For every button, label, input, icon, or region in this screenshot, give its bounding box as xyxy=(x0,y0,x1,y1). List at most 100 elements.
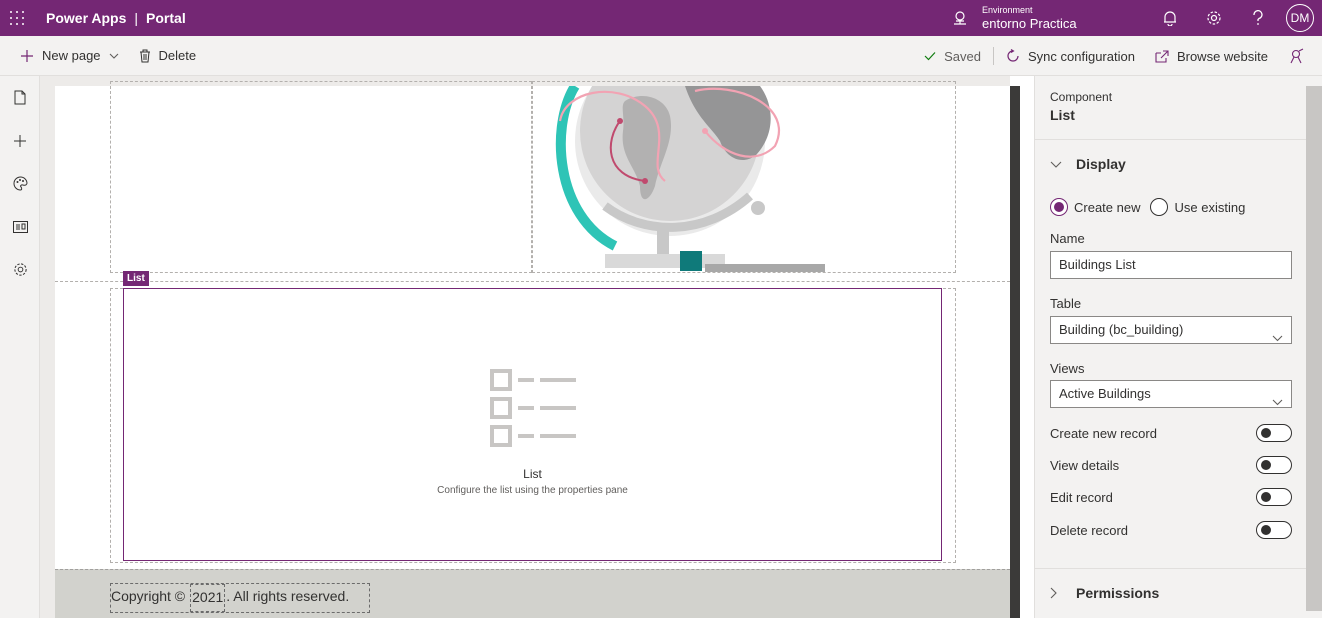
app-launcher-button[interactable] xyxy=(0,0,34,36)
display-section-title: Display xyxy=(1076,156,1126,172)
properties-pane: Component List Display Create new Use ex… xyxy=(1034,76,1322,618)
copyright-suffix: . All rights reserved. xyxy=(226,588,350,604)
globe-image[interactable] xyxy=(545,86,825,272)
sync-icon xyxy=(1006,49,1020,63)
add-component-rail-button[interactable] xyxy=(0,119,40,162)
create-new-record-label: Create new record xyxy=(1050,425,1157,441)
bell-icon xyxy=(1164,11,1176,26)
saved-status: Saved xyxy=(914,36,991,76)
new-page-button[interactable]: New page xyxy=(0,36,129,76)
themes-rail-button[interactable] xyxy=(0,162,40,205)
delete-record-row: Delete record xyxy=(1050,520,1292,540)
gear-icon xyxy=(13,263,27,276)
top-header: Power Apps | Portal Environment entorno … xyxy=(0,0,1322,36)
environment-picker[interactable]: Environment entorno Practica xyxy=(950,0,1077,36)
pane-scrollbar[interactable] xyxy=(1306,86,1322,611)
feedback-button[interactable] xyxy=(1278,36,1322,76)
section-column-left[interactable] xyxy=(110,81,532,273)
table-value: Building (bc_building) xyxy=(1059,322,1184,337)
placeholder-title: List xyxy=(523,467,542,481)
templates-rail-button[interactable] xyxy=(0,205,40,248)
pane-divider xyxy=(1035,568,1307,569)
section-divider xyxy=(55,281,1010,282)
plus-icon xyxy=(14,134,26,147)
component-type-label: Component xyxy=(1050,90,1113,104)
name-label: Name xyxy=(1050,231,1085,246)
views-label: Views xyxy=(1050,361,1085,376)
app-title: Power Apps | Portal xyxy=(46,10,186,26)
palette-icon xyxy=(13,176,28,191)
display-section-toggle[interactable]: Display xyxy=(1050,156,1126,172)
delete-label: Delete xyxy=(158,48,197,63)
saved-label: Saved xyxy=(944,48,981,64)
trash-icon xyxy=(139,49,151,63)
canvas-scrollbar[interactable] xyxy=(1010,86,1020,618)
settings-rail-button[interactable] xyxy=(0,248,40,291)
delete-button[interactable]: Delete xyxy=(129,36,207,76)
edit-record-toggle[interactable] xyxy=(1256,488,1292,506)
placeholder-description: Configure the list using the properties … xyxy=(437,485,628,496)
edit-record-label: Edit record xyxy=(1050,489,1113,505)
gear-icon xyxy=(1207,11,1221,25)
edit-record-row: Edit record xyxy=(1050,487,1292,507)
create-new-record-row: Create new record xyxy=(1050,423,1292,443)
create-new-label: Create new xyxy=(1074,199,1141,215)
view-details-row: View details xyxy=(1050,455,1292,475)
help-button[interactable] xyxy=(1236,0,1280,36)
browse-label: Browse website xyxy=(1176,48,1268,64)
create-new-record-toggle[interactable] xyxy=(1256,424,1292,442)
delete-record-label: Delete record xyxy=(1050,522,1129,538)
copyright-text[interactable]: Copyright © 2021 . All rights reserved. xyxy=(110,583,371,613)
component-name: List xyxy=(1050,107,1075,123)
environment-icon xyxy=(950,8,970,28)
chevron-down-icon xyxy=(1272,325,1283,351)
plus-icon xyxy=(20,49,34,63)
waffle-icon xyxy=(10,11,24,25)
name-input[interactable]: Buildings List xyxy=(1050,251,1292,279)
views-dropdown[interactable]: Active Buildings xyxy=(1050,380,1292,408)
chevron-down-icon xyxy=(109,53,119,59)
permissions-section-toggle[interactable]: Permissions xyxy=(1050,585,1159,601)
list-component[interactable]: List Configure the list using the proper… xyxy=(123,288,942,561)
use-existing-radio[interactable] xyxy=(1150,198,1169,216)
chevron-right-icon xyxy=(1050,587,1064,599)
delete-record-toggle[interactable] xyxy=(1256,521,1292,539)
table-label: Table xyxy=(1050,296,1082,311)
page-footer[interactable]: Copyright © 2021 . All rights reserved. xyxy=(55,569,1010,618)
view-details-toggle[interactable] xyxy=(1256,456,1292,474)
command-bar: New page Delete Saved Sync configuration xyxy=(0,36,1322,76)
sync-configuration-button[interactable]: Sync configuration xyxy=(996,36,1145,76)
notifications-button[interactable] xyxy=(1148,0,1192,36)
sync-label: Sync configuration xyxy=(1028,48,1135,64)
use-existing-label: Use existing xyxy=(1174,199,1246,215)
create-new-radio[interactable] xyxy=(1050,198,1068,216)
checkmark-icon xyxy=(924,51,936,61)
table-dropdown[interactable]: Building (bc_building) xyxy=(1050,316,1292,344)
settings-button[interactable] xyxy=(1192,0,1236,36)
help-icon xyxy=(1253,10,1263,25)
view-details-label: View details xyxy=(1050,457,1120,473)
list-component-tag: List xyxy=(123,271,149,286)
command-divider xyxy=(993,47,994,65)
app-name[interactable]: Power Apps xyxy=(46,10,126,26)
pane-divider xyxy=(1035,139,1307,140)
pages-rail-button[interactable] xyxy=(0,76,40,119)
environment-name: entorno Practica xyxy=(982,16,1077,31)
template-icon xyxy=(12,220,28,233)
chevron-down-icon xyxy=(1050,161,1064,168)
permissions-section-title: Permissions xyxy=(1076,585,1160,601)
page-icon xyxy=(14,90,26,105)
views-value: Active Buildings xyxy=(1059,386,1151,401)
avatar[interactable]: DM xyxy=(1286,4,1314,32)
browse-website-button[interactable]: Browse website xyxy=(1145,36,1278,76)
chevron-down-icon xyxy=(1272,389,1283,415)
copyright-year[interactable]: 2021 xyxy=(190,584,226,612)
app-section: Portal xyxy=(146,10,186,26)
list-placeholder: List Configure the list using the proper… xyxy=(124,369,941,496)
left-rail xyxy=(0,76,40,618)
new-page-label: New page xyxy=(42,48,101,63)
page-canvas: List List Configure the list using the p… xyxy=(40,76,1010,618)
copyright-prefix: Copyright © xyxy=(111,588,186,604)
open-external-icon xyxy=(1155,49,1169,63)
environment-label: Environment xyxy=(982,5,1033,15)
